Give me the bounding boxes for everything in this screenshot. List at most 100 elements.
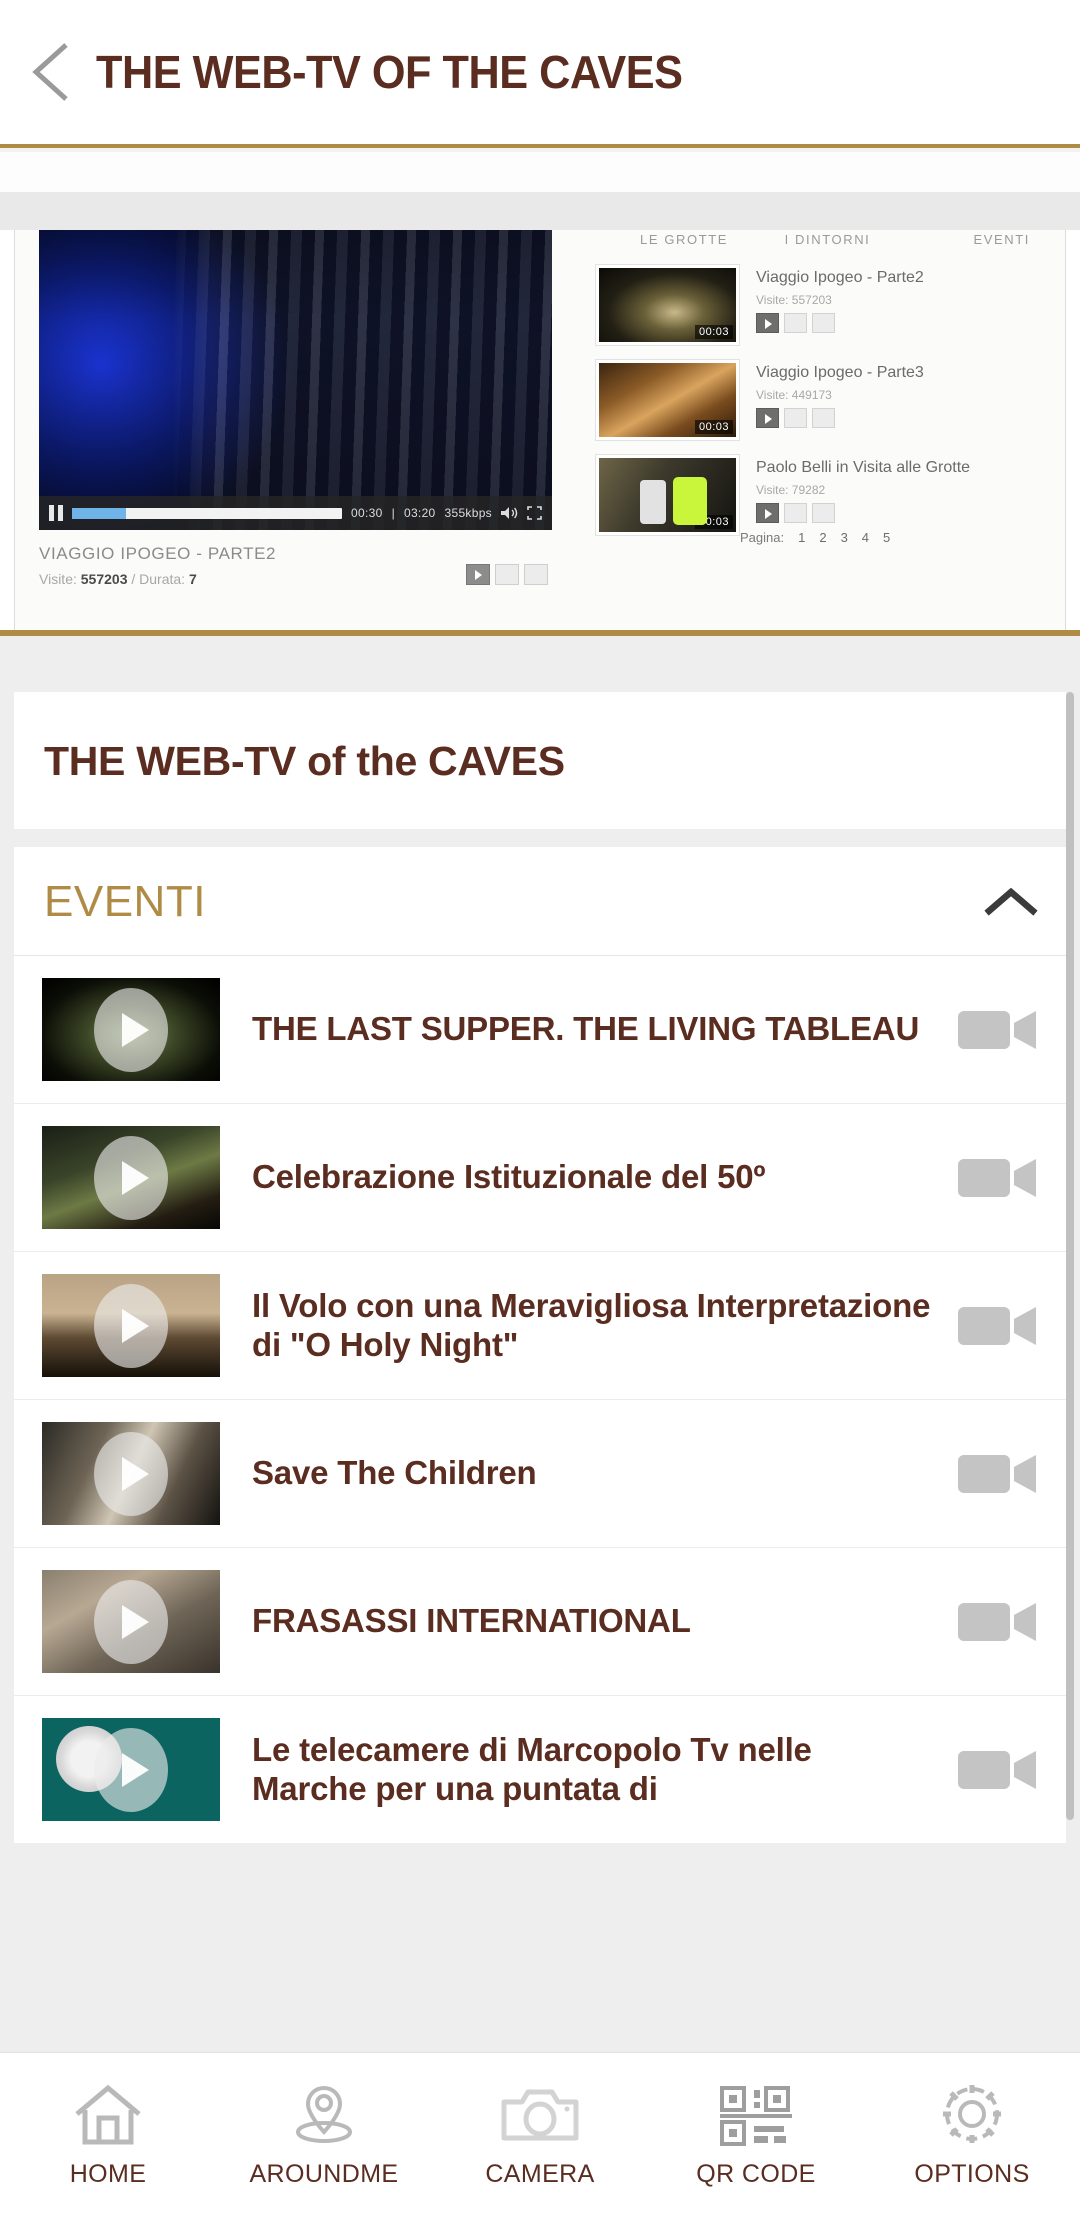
playlist-title: Viaggio Ipogeo - Parte2 [756,269,924,286]
map-pin-icon [287,2084,361,2146]
player-thumb-nav-item[interactable] [495,564,519,585]
video-thumbnail[interactable] [42,1570,220,1673]
video-list-item[interactable]: Il Volo con una Meravigliosa Interpretaz… [14,1252,1066,1400]
webview-gray-bar [0,192,1080,230]
playlist-visits: Visite: 557203 [756,293,832,307]
tab-i-dintorni[interactable]: I DINTORNI [750,232,905,247]
accordion-title: EVENTI [44,877,206,926]
player-thumb-nav[interactable] [466,564,548,585]
webview-top-strip [0,152,1080,192]
playlist-tabs[interactable]: LE GROTTE I DINTORNI EVENTI [600,232,1052,247]
pager-page-5[interactable]: 5 [883,530,890,545]
app-header: THE WEB-TV OF THE CAVES [0,0,1080,148]
video-camera-icon[interactable] [956,1297,1040,1355]
seek-bar[interactable] [72,507,343,519]
video-thumbnail[interactable] [42,1126,220,1229]
accordion-eventi: EVENTI THE LAST SUPPER. THE LIVING TABLE… [14,847,1066,1843]
video-thumbnail[interactable] [42,978,220,1081]
player-thumb-nav-item[interactable] [524,564,548,585]
playlist-button-2[interactable] [784,408,807,428]
video-list-item[interactable]: THE LAST SUPPER. THE LIVING TABLEAU [14,956,1066,1104]
playlist-play-button[interactable] [756,313,779,333]
playlist-duration: 00:03 [694,515,733,529]
nav-label-camera: CAMERA [485,2160,595,2188]
video-camera-icon[interactable] [956,1149,1040,1207]
pager-page-1[interactable]: 1 [798,530,805,545]
play-icon[interactable] [94,1727,168,1812]
video-thumbnail[interactable] [42,1718,220,1821]
pause-icon[interactable] [49,505,63,521]
tab-eventi[interactable]: EVENTI [905,232,1052,247]
gear-icon [935,2084,1009,2146]
video-list-item[interactable]: Le telecamere di Marcopolo Tv nelle Marc… [14,1696,1066,1843]
app-screen: THE WEB-TV OF THE CAVES 00:30 | 03:20 35… [0,0,1080,2220]
player-thumb-nav-item[interactable] [466,564,490,585]
video-thumbnail[interactable] [42,1422,220,1525]
play-icon[interactable] [94,1579,168,1664]
nav-label-home: HOME [69,2160,147,2188]
nav-item-aroundme[interactable]: AROUNDME [216,2053,432,2220]
accordion-header-eventi[interactable]: EVENTI [14,847,1066,956]
video-list-item[interactable]: Save The Children [14,1400,1066,1548]
pager-page-3[interactable]: 3 [841,530,848,545]
nav-item-qrcode[interactable]: QR CODE [648,2053,864,2220]
pager-page-2[interactable]: 2 [819,530,826,545]
play-icon[interactable] [94,1283,168,1368]
home-icon [71,2084,145,2146]
video-caption-title: VIAGGIO IPOGEO - PARTE2 [39,544,277,563]
playlist-buttons[interactable] [756,503,835,523]
video-list-item[interactable]: FRASASSI INTERNATIONAL [14,1548,1066,1696]
content-scroll-area[interactable]: THE WEB-TV of the CAVES EVENTI THE LAST … [0,636,1080,2052]
playlist-visits: Visite: 79282 [756,483,826,497]
playlist-button-3[interactable] [812,313,835,333]
player-time-current: 00:30 [351,506,383,520]
nav-item-home[interactable]: HOME [0,2053,216,2220]
playlist-play-button[interactable] [756,503,779,523]
video-player[interactable]: 00:30 | 03:20 355kbps [39,230,552,530]
nav-item-options[interactable]: OPTIONS [864,2053,1080,2220]
nav-item-camera[interactable]: CAMERA [432,2053,648,2220]
playlist-title: Viaggio Ipogeo - Parte3 [756,364,924,381]
nav-label-qrcode: QR CODE [696,2160,816,2188]
back-button[interactable] [18,35,92,109]
playlist-button-2[interactable] [784,503,807,523]
playlist-play-button[interactable] [756,408,779,428]
player-time-total: 03:20 [403,506,436,520]
playlist-button-3[interactable] [812,408,835,428]
video-title: Celebrazione Istituzionale del 50º [252,1158,766,1196]
scrollbar[interactable] [1066,692,1074,1820]
pager-page-4[interactable]: 4 [862,530,869,545]
playlist-pager[interactable]: Pagina: 1 2 3 4 5 [740,530,890,545]
pager-label: Pagina: [740,530,785,545]
playlist-button-2[interactable] [784,313,807,333]
player-control-bar[interactable]: 00:30 | 03:20 355kbps [39,496,552,530]
fullscreen-icon[interactable] [527,506,542,520]
chevron-up-icon[interactable] [984,884,1038,920]
playlist-buttons[interactable] [756,313,835,333]
video-thumbnail[interactable] [42,1274,220,1377]
playlist-thumbnail[interactable]: 00:03 [595,264,740,346]
playlist-thumbnail[interactable]: 00:03 [595,359,740,441]
video-title: Il Volo con una Meravigliosa Interpretaz… [252,1287,931,1363]
playlist-item[interactable]: 00:03 Viaggio Ipogeo - Parte2 Visite: 55… [595,264,1052,357]
playlist-buttons[interactable] [756,408,835,428]
video-frame-shade [39,230,552,530]
play-icon[interactable] [94,1135,168,1220]
nav-label-aroundme: AROUNDME [249,2160,399,2188]
video-list-item[interactable]: Celebrazione Istituzionale del 50º [14,1104,1066,1252]
play-icon[interactable] [94,1431,168,1516]
nav-label-options: OPTIONS [914,2160,1030,2188]
video-camera-icon[interactable] [956,1741,1040,1799]
video-title: THE LAST SUPPER. THE LIVING TABLEAU [252,1010,920,1048]
embedded-webview[interactable]: 00:30 | 03:20 355kbps VIAGGIO IPOGEO - P… [0,152,1080,634]
play-icon[interactable] [94,987,168,1072]
playlist-thumbnail[interactable]: 00:03 [595,454,740,536]
video-camera-icon[interactable] [956,1001,1040,1059]
video-camera-icon[interactable] [956,1445,1040,1503]
tab-le-grotte[interactable]: LE GROTTE [600,232,750,247]
playlist-button-3[interactable] [812,503,835,523]
playlist-item[interactable]: 00:03 Viaggio Ipogeo - Parte3 Visite: 44… [595,359,1052,452]
volume-icon[interactable] [501,506,518,520]
video-camera-icon[interactable] [956,1593,1040,1651]
card-web-tv-title: THE WEB-TV of the CAVES [14,692,1066,829]
